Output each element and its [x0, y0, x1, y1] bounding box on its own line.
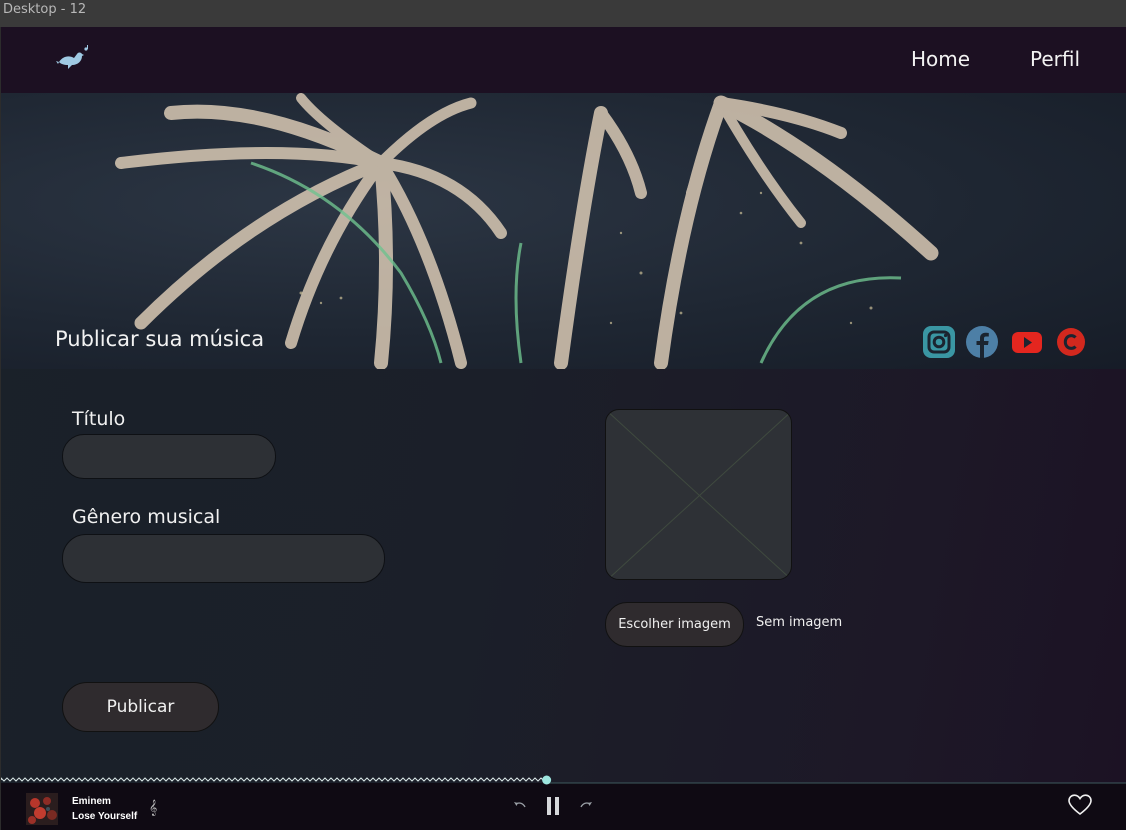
bird-logo-icon[interactable] — [55, 45, 89, 73]
title-label: Título — [72, 408, 126, 430]
navbar: Home Perfil — [1, 27, 1126, 93]
heart-icon[interactable] — [1068, 794, 1092, 816]
previous-icon[interactable] — [513, 798, 527, 810]
choose-image-button[interactable]: Escolher imagem — [605, 602, 744, 647]
c-icon[interactable] — [1055, 326, 1087, 358]
title-input[interactable] — [62, 434, 276, 479]
page-frame: Home Perfil Publicar sua música Título G… — [1, 27, 1126, 830]
nav-home-link[interactable]: Home — [911, 47, 970, 71]
pause-icon[interactable] — [546, 797, 560, 815]
publish-button[interactable]: Publicar — [62, 682, 219, 732]
instagram-icon[interactable] — [923, 326, 955, 358]
music-player: Eminem Lose Yourself 𝄞 — [1, 775, 1126, 830]
progress-handle[interactable] — [542, 775, 552, 785]
image-placeholder-icon — [606, 410, 791, 579]
facebook-icon[interactable] — [966, 326, 998, 358]
hero-banner: Publicar sua música — [1, 93, 1126, 369]
image-preview — [605, 409, 792, 580]
image-status: Sem imagem — [756, 615, 843, 630]
frame-label: Desktop - 12 — [0, 0, 1126, 27]
page-title: Publicar sua música — [55, 327, 265, 351]
next-icon[interactable] — [579, 798, 593, 810]
progress-played — [1, 777, 545, 782]
genre-label: Gênero musical — [72, 506, 221, 528]
nav-perfil-link[interactable]: Perfil — [1030, 47, 1080, 71]
clef-icon: 𝄞 — [149, 799, 158, 815]
genre-input[interactable] — [62, 534, 385, 583]
youtube-icon[interactable] — [1011, 326, 1043, 358]
track-artist: Eminem — [72, 796, 111, 807]
album-cover[interactable] — [26, 793, 58, 825]
track-title: Lose Yourself — [72, 811, 138, 822]
progress-waveform[interactable] — [1, 775, 1126, 785]
